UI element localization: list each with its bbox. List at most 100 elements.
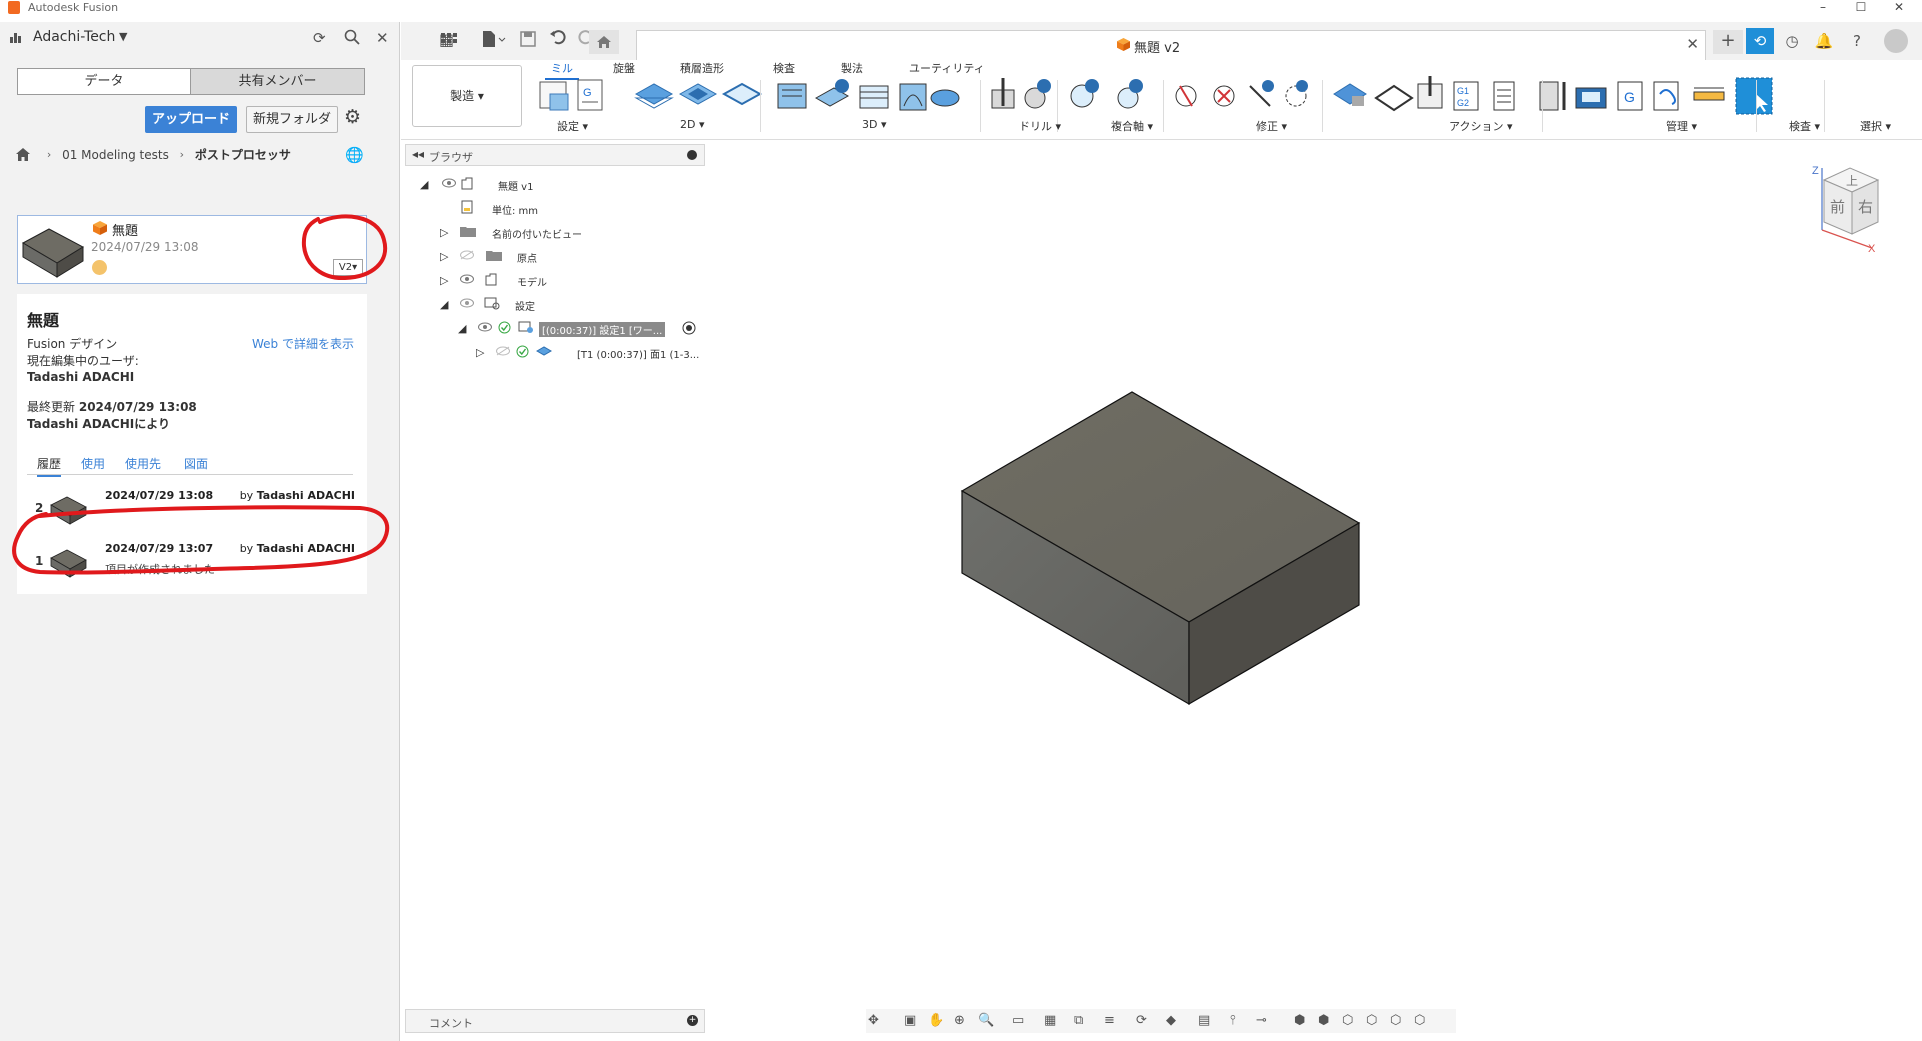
eye-icon[interactable]	[442, 178, 456, 188]
browser-title: ブラウザ	[429, 151, 473, 164]
document-icon	[461, 177, 473, 190]
shaded-cube-icon[interactable]: ⬢	[1294, 1013, 1305, 1028]
chevron-down-icon[interactable]: ▼	[119, 30, 127, 43]
extensions-icon[interactable]: ⟲	[1746, 28, 1774, 54]
tab-used-in[interactable]: 使用先	[125, 455, 161, 475]
tab-shared-members[interactable]: 共有メンバー	[190, 69, 364, 94]
wireframe-hidden-cube-icon[interactable]: ⬡	[1390, 1013, 1401, 1028]
job-status-icon[interactable]: ◷	[1778, 28, 1806, 54]
eye-icon[interactable]	[460, 298, 474, 308]
pan-icon[interactable]: ✋	[928, 1013, 944, 1028]
avatar[interactable]	[1884, 29, 1908, 53]
grid-settings-icon[interactable]: ▦	[1044, 1013, 1056, 1028]
breadcrumb-project[interactable]: 01 Modeling tests	[62, 148, 169, 162]
comments-bar[interactable]: コメント +	[405, 1009, 705, 1033]
stock-display-icon[interactable]: ≡	[1104, 1013, 1115, 1028]
upload-button[interactable]: アップロード	[145, 106, 237, 133]
viewport-canvas[interactable]	[401, 140, 1922, 1020]
gear-icon[interactable]: ⚙	[344, 106, 361, 128]
group-modify[interactable]: 修正 ▾	[1256, 118, 1287, 134]
group-actions[interactable]: アクション ▾	[1449, 118, 1512, 134]
viewports-icon[interactable]: ⧉	[1074, 1013, 1083, 1028]
display-settings-icon[interactable]: ▭	[1012, 1013, 1024, 1028]
browser-node-label: モデル	[517, 278, 547, 289]
expand-arrow-icon[interactable]: ▷	[440, 226, 448, 239]
search-icon[interactable]	[344, 29, 360, 49]
refresh-icon[interactable]: ⟳	[313, 29, 326, 47]
object-visibility-icon[interactable]: ⊸	[1256, 1013, 1267, 1028]
shaded-edges-cube-icon[interactable]: ⬢	[1318, 1013, 1329, 1028]
zoom-fit-icon[interactable]: 🔍	[978, 1013, 994, 1028]
units-doc-icon	[461, 200, 473, 214]
expand-arrow-icon[interactable]: ▷	[440, 274, 448, 287]
active-setup-icon[interactable]	[682, 321, 696, 335]
group-select[interactable]: 選択 ▾	[1860, 118, 1891, 134]
group-drilling[interactable]: ドリル ▾	[1019, 118, 1061, 134]
hub-name[interactable]: Adachi-Tech	[33, 29, 115, 45]
version-row[interactable]: 1 2024/07/29 13:07 by Tadashi ADACHI 項目が…	[27, 540, 357, 584]
browser-panel-header[interactable]: ◂◂ ブラウザ	[405, 144, 705, 166]
apps-icon	[441, 33, 457, 43]
close-tab-icon[interactable]: ✕	[1686, 35, 1699, 53]
minimize-panel-icon[interactable]	[687, 150, 697, 160]
version-dropdown[interactable]: V2▾	[333, 259, 363, 276]
tab-fabrication[interactable]: 製法	[841, 60, 863, 76]
collapse-icon[interactable]: ◂◂	[412, 147, 424, 161]
tab-drawings[interactable]: 図面	[184, 455, 208, 475]
tab-turning[interactable]: 旋盤	[613, 60, 635, 76]
expand-arrow-icon[interactable]: ▷	[440, 250, 448, 263]
environment-icon[interactable]: ▤	[1198, 1013, 1210, 1028]
breadcrumb-current-folder[interactable]: ポストプロセッサ	[195, 146, 291, 163]
home-icon[interactable]	[16, 148, 30, 161]
zoom-window-icon[interactable]: ⊕	[954, 1013, 965, 1028]
group-2d[interactable]: 2D ▾	[680, 118, 705, 131]
group-inspect[interactable]: 検査 ▾	[1789, 118, 1820, 134]
expand-arrow-icon[interactable]: ◢	[420, 178, 428, 191]
visual-style-icon[interactable]: ◆	[1166, 1013, 1176, 1028]
model-box[interactable]	[401, 140, 1922, 1020]
new-folder-button[interactable]: 新規フォルダ	[246, 106, 338, 133]
workspace-switcher[interactable]: 製造 ▾	[412, 65, 522, 127]
expand-arrow-icon[interactable]: ◢	[458, 322, 466, 335]
eye-hidden-icon[interactable]	[460, 250, 474, 260]
close-window-button[interactable]: ✕	[1876, 0, 1922, 16]
effects-icon[interactable]: ⫯	[1230, 1013, 1236, 1028]
ribbon-divider	[1542, 80, 1543, 132]
3d-parallel-icon	[899, 83, 927, 111]
new-tab-button[interactable]: +	[1713, 30, 1743, 54]
tab-utilities[interactable]: ユーティリティ	[909, 60, 985, 76]
expand-arrow-icon[interactable]: ▷	[476, 346, 484, 359]
hidden-edges-cube-icon[interactable]: ⬡	[1342, 1013, 1353, 1028]
document-tab[interactable]: 無題 v2 ✕	[636, 30, 1706, 60]
wireframe-cube-icon[interactable]: ⬡	[1366, 1013, 1377, 1028]
file-card[interactable]: 無題 2024/07/29 13:08 V2▾	[17, 215, 367, 284]
group-3d[interactable]: 3D ▾	[862, 118, 887, 131]
view-cube[interactable]: Z X 上 前 右	[1808, 158, 1884, 252]
expand-arrow-icon[interactable]: ◢	[440, 298, 448, 311]
eye-icon[interactable]	[460, 274, 474, 284]
home-tab-button[interactable]	[589, 30, 619, 54]
globe-icon[interactable]: 🌐	[345, 146, 364, 164]
eye-hidden-icon[interactable]	[496, 346, 510, 356]
help-icon[interactable]: ?	[1843, 28, 1871, 54]
tab-history[interactable]: 履歴	[37, 455, 62, 477]
notifications-icon[interactable]: 🔔	[1810, 28, 1838, 54]
group-manage[interactable]: 管理 ▾	[1666, 118, 1697, 134]
close-panel-icon[interactable]: ✕	[376, 29, 389, 47]
group-multi-axis[interactable]: 複合軸 ▾	[1111, 118, 1153, 134]
orbit-icon[interactable]: ✥	[868, 1013, 879, 1028]
eye-icon[interactable]	[478, 322, 492, 332]
view-on-web-link[interactable]: Web で詳細を表示	[252, 335, 354, 352]
group-setup[interactable]: 設定 ▾	[557, 118, 588, 134]
toolpath-display-icon[interactable]: ⟳	[1136, 1013, 1147, 1028]
tab-inspection[interactable]: 検査	[773, 60, 795, 76]
add-comment-icon[interactable]: +	[687, 1015, 698, 1026]
version-row[interactable]: 2 2024/07/29 13:08 by Tadashi ADACHI	[27, 487, 357, 531]
browser-node-setup1[interactable]: ◢ [(0:00:37)] 設定1 [ワー...	[420, 320, 702, 338]
version-number: 2	[35, 501, 44, 515]
tab-additive[interactable]: 積層造形	[680, 60, 724, 76]
tab-uses[interactable]: 使用	[81, 455, 105, 475]
visible-edges-cube-icon[interactable]: ⬡	[1414, 1013, 1425, 1028]
look-at-icon[interactable]: ▣	[904, 1013, 916, 1028]
tab-data[interactable]: データ	[18, 69, 190, 94]
